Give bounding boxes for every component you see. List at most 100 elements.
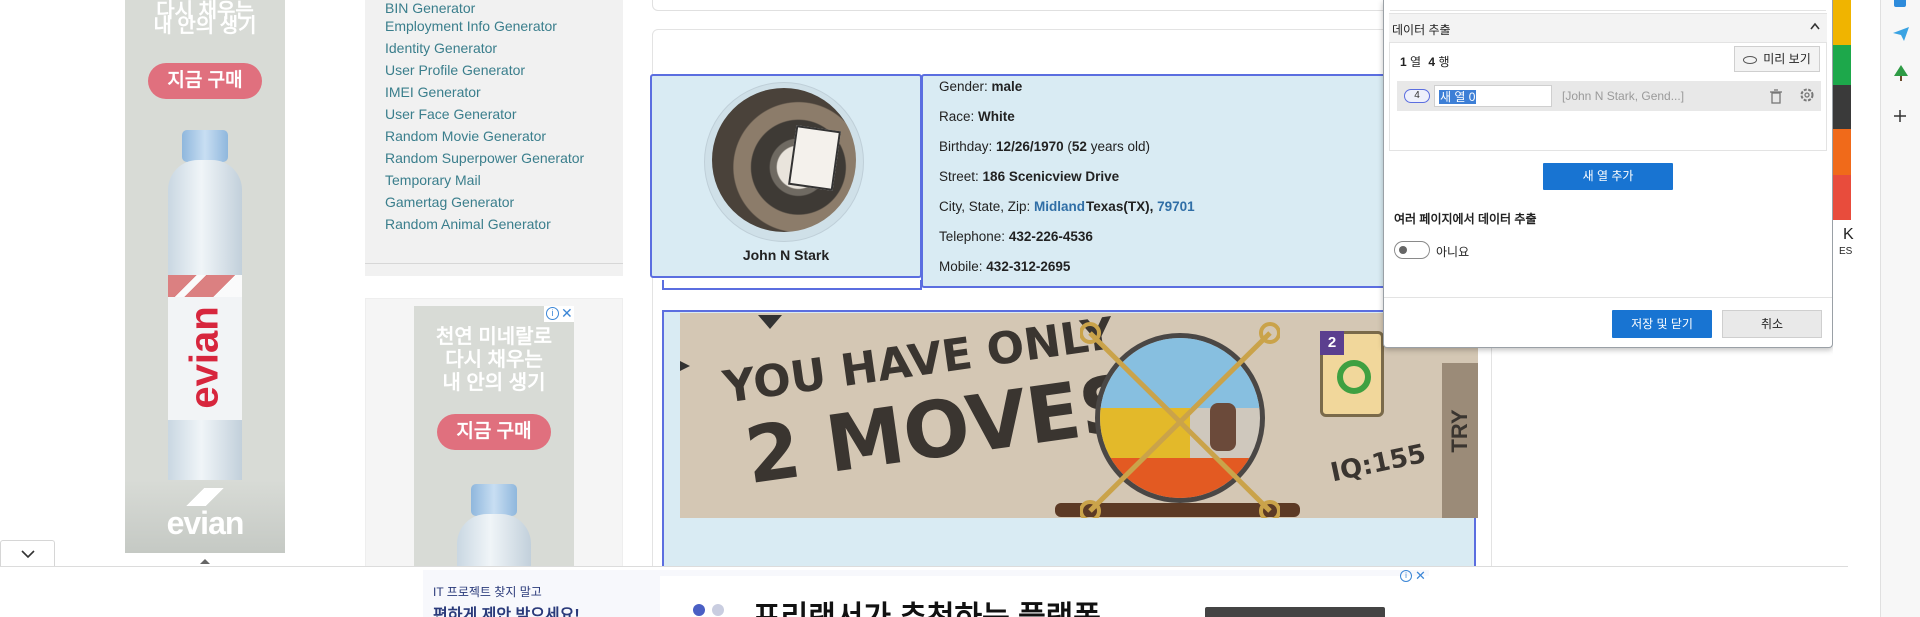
column-name-input[interactable]: 새 열 0 bbox=[1434, 85, 1552, 107]
ad-mid-buy-button[interactable]: 지금 구매 bbox=[437, 414, 551, 450]
ad-collapse-marker bbox=[198, 553, 212, 564]
pin-icon bbox=[758, 315, 782, 329]
preview-button[interactable]: 미리 보기 bbox=[1734, 46, 1820, 72]
generator-sidebar: BIN Generator Employment Info Generator … bbox=[365, 0, 623, 276]
ad-headline-line2: 내 안의 생기 bbox=[153, 15, 257, 37]
ad-info-icon[interactable]: i bbox=[1400, 570, 1412, 582]
gender-value: male bbox=[991, 79, 1023, 94]
ad-mid-line2: 다시 채우는 bbox=[445, 349, 543, 371]
avatar bbox=[712, 88, 856, 232]
add-column-button[interactable]: 새 열 추가 bbox=[1543, 163, 1673, 190]
birthday-value: 12/26/1970 bbox=[996, 139, 1064, 154]
left-advertisement[interactable]: 다시 채우는 내 안의 생기 지금 구매 evian evian bbox=[125, 0, 285, 553]
sidebar-item-gamertag-generator[interactable]: Gamertag Generator bbox=[385, 194, 514, 210]
avatar-photo-frame bbox=[788, 125, 841, 191]
strip-red bbox=[1833, 175, 1851, 220]
street-row: Street: 186 Scenicview Drive bbox=[939, 169, 1119, 184]
age-value: 52 bbox=[1071, 139, 1087, 154]
sidebar-item-bin-generator[interactable]: BIN Generator bbox=[385, 0, 475, 16]
game-advertisement[interactable]: YOU HAVE ONLY 2 MOVES 2 IQ:155 TRY bbox=[680, 313, 1478, 518]
column-row[interactable]: 4 새 열 0 [John N Stark, Gend...] bbox=[1397, 81, 1821, 111]
multi-page-label: 여러 페이지에서 데이터 추출 bbox=[1394, 212, 1537, 226]
browser-right-sidebar bbox=[1880, 0, 1920, 617]
chevron-down-icon bbox=[21, 550, 35, 559]
ad-close-icon[interactable]: ✕ bbox=[561, 305, 573, 322]
panel-section-header[interactable]: 데이터 추출 bbox=[1389, 13, 1827, 43]
street-label: Street: bbox=[939, 169, 979, 184]
cols-label: 열 bbox=[1410, 55, 1422, 69]
plus-icon[interactable] bbox=[1892, 108, 1908, 124]
sidebar-app-icon[interactable] bbox=[1892, 0, 1908, 8]
bottle-cap-icon bbox=[182, 130, 228, 162]
sidebar-item-identity-generator[interactable]: Identity Generator bbox=[385, 40, 497, 56]
rows-count: 4 bbox=[1428, 55, 1436, 69]
strip-label-es: ES bbox=[1839, 246, 1853, 257]
arrow-icon bbox=[680, 361, 690, 371]
try-tab[interactable]: TRY bbox=[1442, 363, 1478, 518]
dot-icon bbox=[693, 604, 705, 616]
ad-info-icon[interactable]: i bbox=[546, 307, 559, 320]
mobile-label: Mobile: bbox=[939, 259, 983, 274]
chevron-up-icon[interactable] bbox=[1808, 19, 1822, 33]
card-number: 2 bbox=[1320, 331, 1344, 355]
panel-footer-rule bbox=[1384, 297, 1832, 298]
bottle-label: evian bbox=[168, 275, 242, 420]
save-and-close-button[interactable]: 저장 및 닫기 bbox=[1612, 310, 1712, 338]
state-value: Texas(TX), bbox=[1086, 199, 1154, 214]
street-value: 186 Scenicview Drive bbox=[982, 169, 1120, 184]
ad-choices[interactable]: i ✕ bbox=[544, 305, 574, 322]
cancel-button[interactable]: 취소 bbox=[1722, 310, 1822, 338]
bottle-brand: evian bbox=[182, 306, 227, 409]
eye-icon bbox=[1743, 55, 1758, 64]
gear-icon[interactable] bbox=[1799, 87, 1815, 103]
middle-advertisement[interactable]: 천연 미네랄로 다시 채우는 내 안의 생기 지금 구매 bbox=[414, 306, 574, 566]
try-label: TRY bbox=[1447, 409, 1472, 453]
profile-name: John N Stark bbox=[742, 247, 830, 263]
sidebar-divider bbox=[365, 263, 623, 264]
bottle-cap-icon bbox=[471, 484, 517, 516]
bottom-advertisement[interactable]: IT 프로젝트 찾지 말고 편하게 제안 받으세요! 프리랜서가 추천하는 플랫… bbox=[423, 570, 1429, 617]
gender-label: Gender: bbox=[939, 79, 988, 94]
race-row: Race: White bbox=[939, 109, 1015, 124]
toggle-knob bbox=[1399, 246, 1407, 254]
strip-orange bbox=[1833, 129, 1851, 175]
ad-close-icon[interactable]: ✕ bbox=[1415, 568, 1426, 584]
strip-green bbox=[1833, 45, 1851, 85]
race-label: Race: bbox=[939, 109, 975, 124]
bottle-icon bbox=[457, 514, 531, 566]
preview-button-label: 미리 보기 bbox=[1763, 52, 1811, 66]
profile-photo-box: John N Stark bbox=[650, 74, 922, 278]
strip-letter-k: K bbox=[1843, 226, 1854, 243]
city-label: City, State, Zip: bbox=[939, 199, 1031, 214]
strip-yellow bbox=[1833, 0, 1851, 45]
city-row: City, State, Zip: MidlandTexas(TX), 7970… bbox=[939, 199, 1195, 214]
sidebar-item-random-movie-generator[interactable]: Random Movie Generator bbox=[385, 128, 546, 144]
column-name-selection: 새 열 0 bbox=[1439, 90, 1477, 104]
iq-score: IQ:155 bbox=[1328, 438, 1429, 489]
sidebar-item-random-superpower-generator[interactable]: Random Superpower Generator bbox=[385, 150, 584, 166]
zip-link[interactable]: 79701 bbox=[1157, 199, 1195, 214]
right-page-strip: K ES bbox=[1833, 0, 1880, 617]
sidebar-item-user-profile-generator[interactable]: User Profile Generator bbox=[385, 62, 525, 78]
race-value: White bbox=[978, 109, 1015, 124]
sidebar-item-random-animal-generator[interactable]: Random Animal Generator bbox=[385, 216, 551, 232]
tree-icon[interactable] bbox=[1892, 64, 1910, 82]
sidebar-item-employment-info-generator[interactable]: Employment Info Generator bbox=[385, 18, 557, 34]
city-link[interactable]: Midland bbox=[1034, 199, 1085, 214]
sidebar-item-imei-generator[interactable]: IMEI Generator bbox=[385, 84, 481, 100]
telephone-label: Telephone: bbox=[939, 229, 1006, 244]
column-settings-area: 1 열 4 행 미리 보기 4 새 열 0 [John N Stark, Gen… bbox=[1389, 43, 1827, 151]
ad-buy-button[interactable]: 지금 구매 bbox=[148, 63, 262, 99]
section-title: 데이터 추출 bbox=[1392, 23, 1451, 37]
bottom-ad-headline: 프리랜서가 추천하는 플랫폼 bbox=[753, 592, 1101, 617]
multi-page-toggle[interactable] bbox=[1394, 241, 1430, 259]
send-icon[interactable] bbox=[1892, 26, 1910, 42]
bottom-ad-button[interactable] bbox=[1205, 607, 1385, 617]
trash-icon[interactable] bbox=[1769, 88, 1783, 104]
collapse-ad-button[interactable] bbox=[0, 540, 55, 566]
sidebar-item-temporary-mail[interactable]: Temporary Mail bbox=[385, 172, 481, 188]
evian-mountain-icon bbox=[165, 488, 245, 506]
cols-rows-summary: 1 열 4 행 bbox=[1400, 53, 1450, 70]
bottom-ad-choices[interactable]: i ✕ bbox=[1400, 568, 1428, 584]
sidebar-item-user-face-generator[interactable]: User Face Generator bbox=[385, 106, 517, 122]
